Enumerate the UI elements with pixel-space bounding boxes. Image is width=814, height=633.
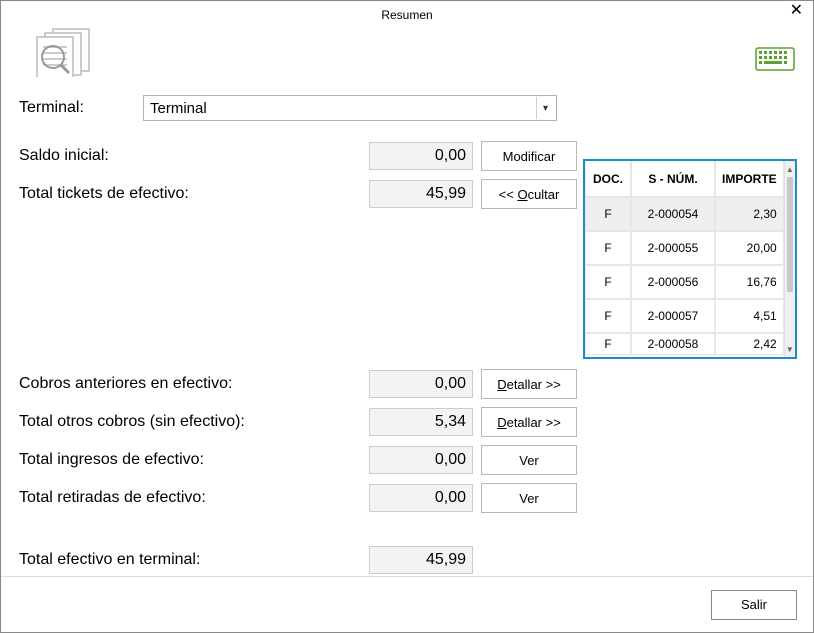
total-efectivo-label: Total efectivo en terminal: [19, 551, 369, 569]
close-icon[interactable]: ✕ [790, 3, 803, 19]
total-tickets-label: Total tickets de efectivo: [19, 185, 369, 203]
cobros-anteriores-label: Cobros anteriores en efectivo: [19, 375, 369, 393]
total-retiradas-value: 0,00 [369, 484, 473, 512]
cobros-anteriores-value: 0,00 [369, 370, 473, 398]
total-otros-label: Total otros cobros (sin efectivo): [19, 413, 369, 431]
total-retiradas-row: Total retiradas de efectivo: 0,00 Ver [19, 479, 795, 517]
ver-ingresos-button[interactable]: Ver [481, 445, 577, 475]
saldo-inicial-label: Saldo inicial: [19, 147, 369, 165]
table-row[interactable]: F 2-000054 2,30 [585, 197, 784, 231]
footer: Salir [1, 576, 813, 632]
total-efectivo-row: Total efectivo en terminal: 45,99 [19, 541, 795, 579]
total-ingresos-label: Total ingresos de efectivo: [19, 451, 369, 469]
col-header-doc[interactable]: DOC. [585, 161, 631, 197]
total-otros-row: Total otros cobros (sin efectivo): 5,34 … [19, 403, 795, 441]
total-tickets-value: 45,99 [369, 180, 473, 208]
modificar-button[interactable]: Modificar [481, 141, 577, 171]
scroll-down-icon[interactable]: ▼ [785, 341, 795, 357]
total-ingresos-row: Total ingresos de efectivo: 0,00 Ver [19, 441, 795, 479]
keyboard-icon[interactable] [755, 47, 795, 74]
detallar-otros-button[interactable]: Detallar >> [481, 407, 577, 437]
saldo-inicial-value: 0,00 [369, 142, 473, 170]
table-row[interactable]: F 2-000055 20,00 [585, 231, 784, 265]
scroll-thumb[interactable] [787, 177, 793, 292]
ver-retiradas-button[interactable]: Ver [481, 483, 577, 513]
titlebar: Resumen ✕ [1, 1, 813, 29]
terminal-row: Terminal: Terminal ▾ [19, 89, 795, 127]
header-icon-area [1, 29, 813, 85]
table-scrollbar[interactable]: ▲ ▼ [784, 161, 795, 357]
total-retiradas-label: Total retiradas de efectivo: [19, 489, 369, 507]
window-title: Resumen [381, 8, 432, 22]
document-search-icon [17, 27, 105, 80]
ocultar-button[interactable]: << Ocultar [481, 179, 577, 209]
terminal-select[interactable]: Terminal ▾ [143, 95, 557, 121]
cobros-anteriores-row: Cobros anteriores en efectivo: 0,00 Deta… [19, 365, 795, 403]
total-otros-value: 5,34 [369, 408, 473, 436]
table-row[interactable]: F 2-000056 16,76 [585, 265, 784, 299]
scroll-track[interactable] [785, 177, 795, 341]
detail-table-header: DOC. S - NÚM. IMPORTE [585, 161, 784, 197]
chevron-down-icon: ▾ [536, 97, 554, 119]
detallar-cobros-button[interactable]: Detallar >> [481, 369, 577, 399]
total-ingresos-value: 0,00 [369, 446, 473, 474]
col-header-importe[interactable]: IMPORTE [715, 161, 784, 197]
terminal-value: Terminal [150, 100, 207, 117]
table-row[interactable]: F 2-000057 4,51 [585, 299, 784, 333]
table-row[interactable]: F 2-000058 2,42 [585, 333, 784, 355]
salir-button[interactable]: Salir [711, 590, 797, 620]
scroll-up-icon[interactable]: ▲ [785, 161, 795, 177]
total-efectivo-value: 45,99 [369, 546, 473, 574]
col-header-snum[interactable]: S - NÚM. [631, 161, 715, 197]
detail-table: DOC. S - NÚM. IMPORTE F 2-000054 2,30 F … [583, 159, 797, 359]
terminal-label: Terminal: [19, 99, 143, 117]
detail-table-body: F 2-000054 2,30 F 2-000055 20,00 F 2-000… [585, 197, 784, 357]
